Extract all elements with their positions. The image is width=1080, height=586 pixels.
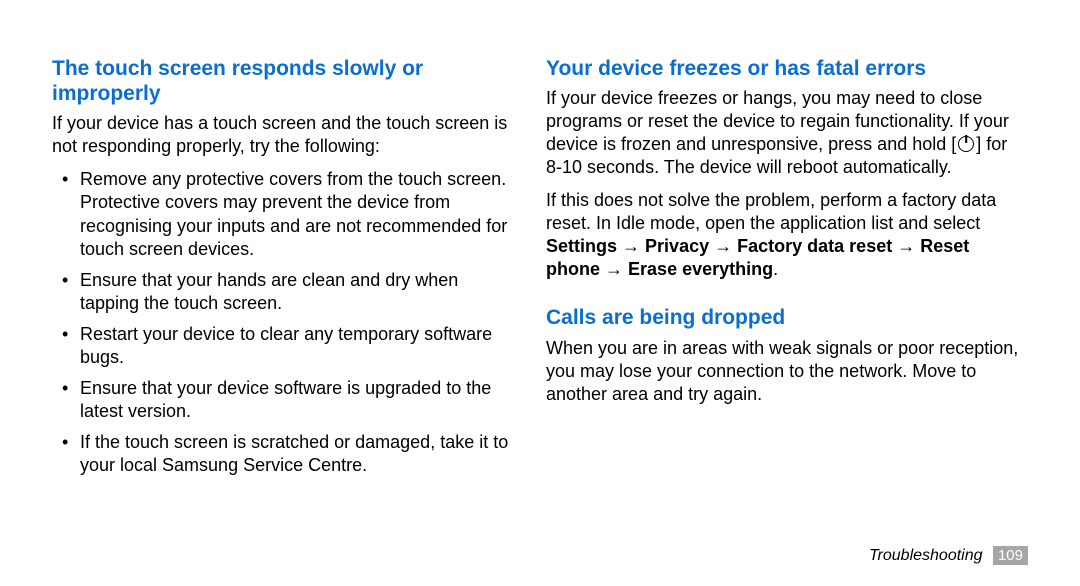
text-fragment: If this does not solve the problem, perf…: [546, 190, 996, 233]
text-fragment: If your device freezes or hangs, you may…: [546, 88, 1009, 154]
footer-section-name: Troubleshooting: [869, 547, 983, 564]
list-item: Ensure that your device software is upgr…: [70, 377, 522, 423]
arrow-icon: →: [605, 259, 623, 279]
tips-list: Remove any protective covers from the to…: [52, 168, 522, 476]
left-column: The touch screen responds slowly or impr…: [52, 56, 540, 556]
heading-touch-screen: The touch screen responds slowly or impr…: [52, 56, 522, 106]
heading-device-freezes: Your device freezes or has fatal errors: [546, 56, 1028, 81]
right-column: Your device freezes or has fatal errors …: [540, 56, 1028, 556]
manual-page: The touch screen responds slowly or impr…: [0, 0, 1080, 586]
arrow-icon: →: [622, 236, 640, 256]
menu-path-erase-everything: Erase everything: [628, 259, 773, 279]
text-fragment: .: [773, 259, 778, 279]
arrow-icon: →: [897, 236, 915, 256]
menu-path-factory-reset: Factory data reset: [737, 236, 892, 256]
calls-paragraph: When you are in areas with weak signals …: [546, 337, 1028, 406]
list-item: Ensure that your hands are clean and dry…: [70, 269, 522, 315]
list-item: If the touch screen is scratched or dama…: [70, 431, 522, 477]
freeze-paragraph-2: If this does not solve the problem, perf…: [546, 189, 1028, 281]
page-number: 109: [993, 546, 1028, 565]
menu-path-settings: Settings: [546, 236, 617, 256]
page-footer: Troubleshooting 109: [869, 546, 1028, 566]
heading-calls-dropped: Calls are being dropped: [546, 305, 1028, 330]
intro-paragraph: If your device has a touch screen and th…: [52, 112, 522, 158]
power-icon: [958, 136, 974, 152]
list-item: Remove any protective covers from the to…: [70, 168, 522, 260]
arrow-icon: →: [714, 236, 732, 256]
list-item: Restart your device to clear any tempora…: [70, 323, 522, 369]
menu-path-privacy: Privacy: [645, 236, 709, 256]
freeze-paragraph-1: If your device freezes or hangs, you may…: [546, 87, 1028, 179]
